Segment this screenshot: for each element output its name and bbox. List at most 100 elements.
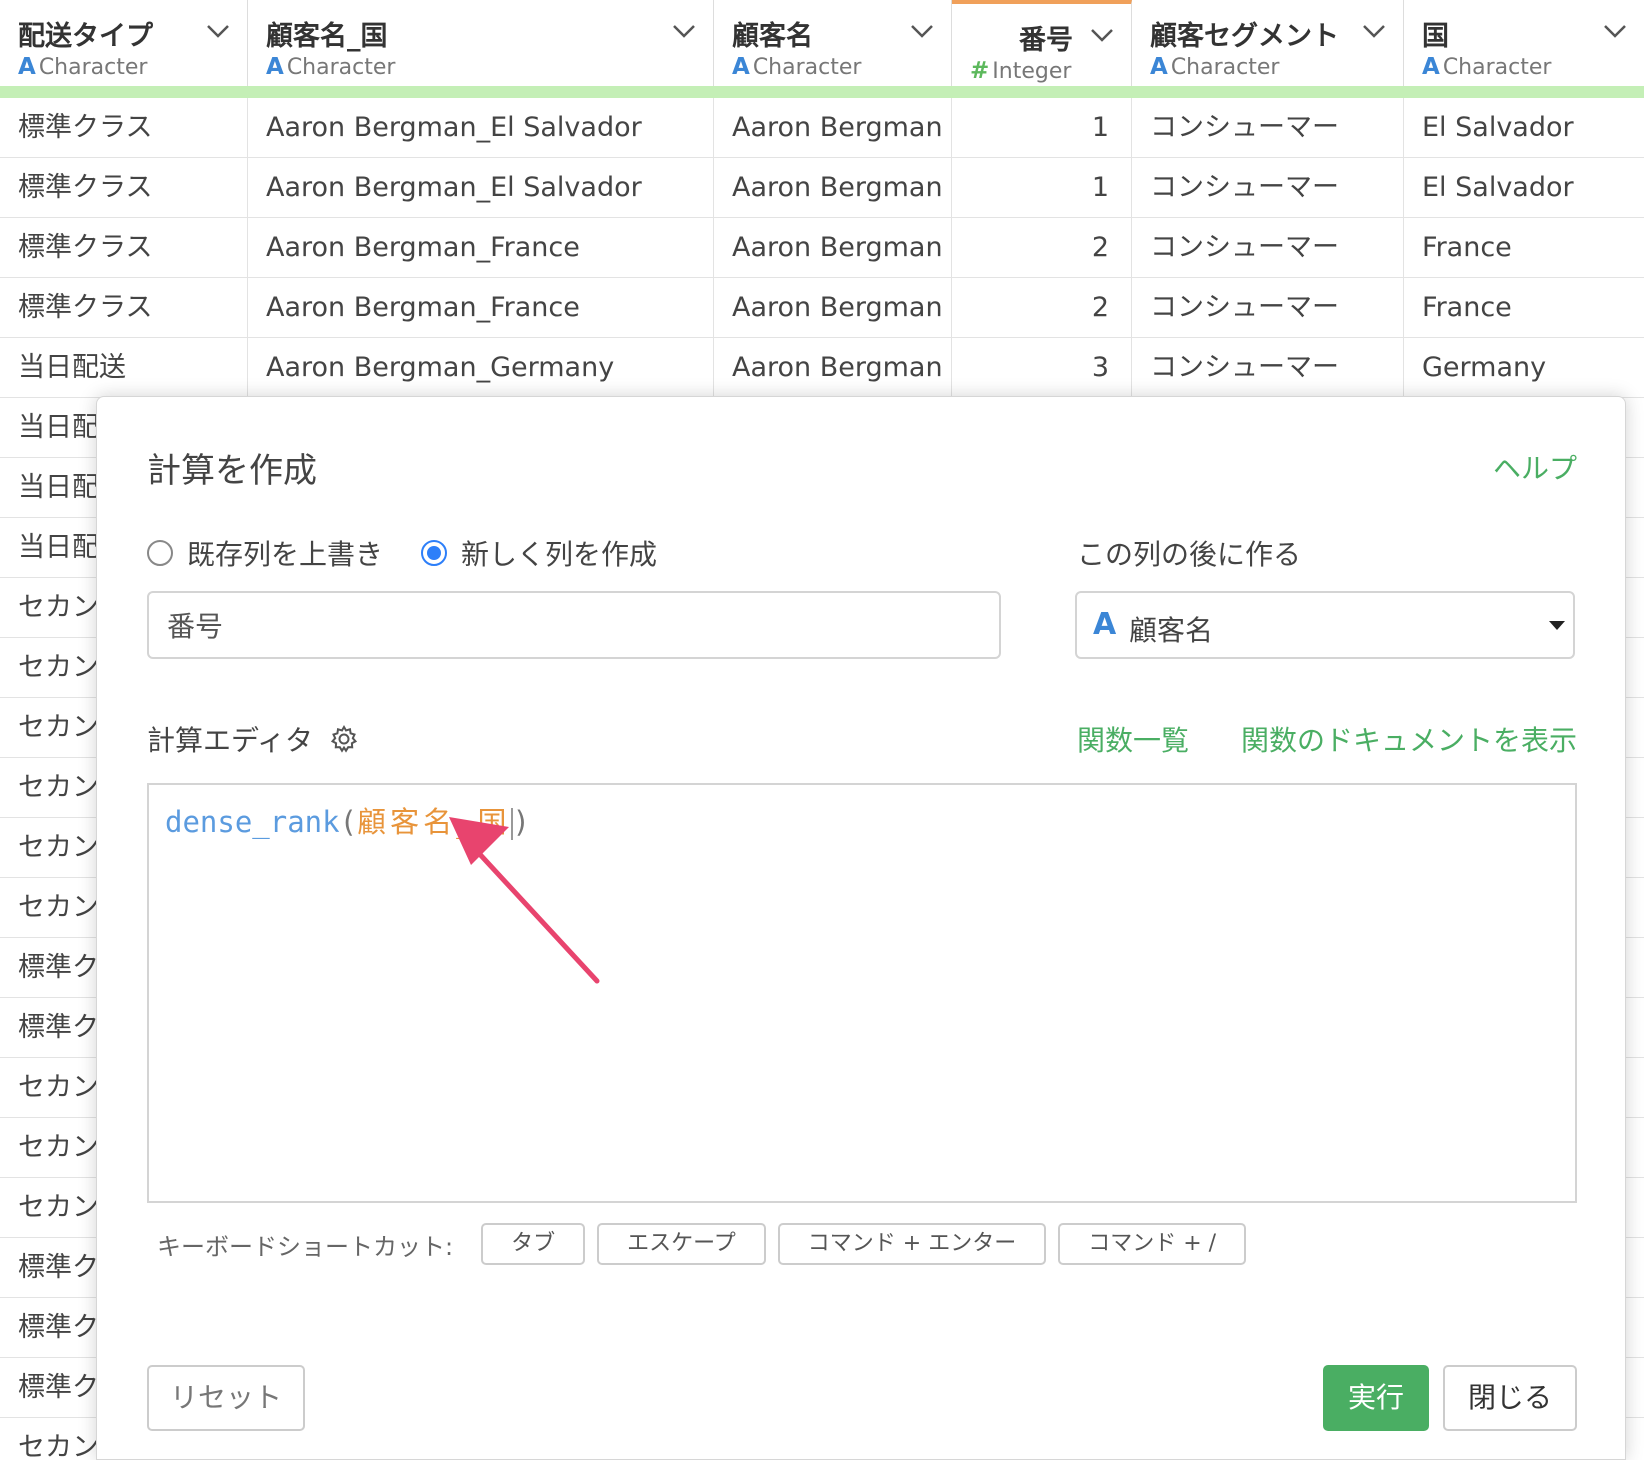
column-header-number[interactable]: 番号 # Integer xyxy=(952,0,1132,88)
gear-icon[interactable] xyxy=(329,724,359,754)
character-type-icon: A xyxy=(1422,54,1440,80)
code-close-paren: ) xyxy=(512,805,531,839)
table-row[interactable]: 標準クラス Aaron Bergman_France Aaron Bergman 2 コ… xyxy=(0,218,1644,278)
table-cell: コンシューマー xyxy=(1132,158,1404,218)
table-cell: Aaron Bergman xyxy=(714,338,952,398)
integer-type-icon: # xyxy=(970,58,990,84)
overwrite-radio[interactable] xyxy=(147,540,173,566)
function-list-link[interactable]: 関数一覧 xyxy=(1077,719,1189,759)
table-cell: Germany xyxy=(1422,352,1547,383)
table-cell: France xyxy=(1422,292,1512,323)
table-cell: Aaron Bergman_France xyxy=(248,218,714,278)
table-row[interactable]: 標準クラス Aaron Bergman_El Salvador Aaron Berg… xyxy=(0,98,1644,158)
table-cell: 標準クラス xyxy=(0,278,248,338)
column-header-customer-name[interactable]: 顧客名 A Character xyxy=(714,0,952,88)
shortcut-cmd-slash: コマンド + / xyxy=(1058,1223,1247,1265)
character-type-icon: A xyxy=(732,54,750,80)
column-header-label: 顧客名 xyxy=(732,21,813,52)
editor-label-wrap: 計算エディタ xyxy=(147,719,359,759)
column-type: A Character xyxy=(1422,54,1552,80)
column-header-segment[interactable]: 顧客セグメント A Character xyxy=(1132,0,1404,88)
shortcut-cmd-enter: コマンド + エンター xyxy=(777,1223,1047,1265)
table-cell: コンシューマー xyxy=(1132,278,1404,338)
table-cell: 標準クラス xyxy=(0,158,248,218)
table-row[interactable]: 当日配送 Aaron Bergman_Germany Aaron Bergman 3 コ… xyxy=(0,338,1644,398)
table-row[interactable]: 標準クラス Aaron Bergman_El Salvador Aaron Berg… xyxy=(0,158,1644,218)
table-cell: 2 xyxy=(952,278,1132,338)
column-type: # Integer xyxy=(970,58,1072,84)
table-cell: 標準クラス xyxy=(0,218,248,278)
code-open-paren: ( xyxy=(339,805,358,839)
character-type-icon: A xyxy=(1093,607,1117,642)
chevron-down-icon[interactable] xyxy=(1602,22,1628,40)
table-cell: Aaron Bergman xyxy=(714,98,952,158)
table-cell: 3 xyxy=(952,338,1132,398)
insert-after-column-select[interactable]: A 顧客名 xyxy=(1075,591,1575,659)
table-cell: El Salvador xyxy=(1422,112,1574,143)
table-cell: 当日配送 xyxy=(0,338,248,398)
shortcut-escape: エスケープ xyxy=(597,1223,766,1265)
run-button[interactable]: 実行 xyxy=(1323,1365,1429,1431)
column-quality-bar xyxy=(0,86,1644,98)
create-new-radio[interactable] xyxy=(421,540,448,566)
table-cell: Aaron Bergman_El Salvador xyxy=(248,98,714,158)
create-calculation-dialog: 計算を作成 ヘルプ 既存列を上書き 新しく列を作成 この列の後に作る A 顧客名… xyxy=(96,396,1626,1460)
table-cell: 1 xyxy=(952,98,1132,158)
dialog-title: 計算を作成 xyxy=(147,451,317,491)
overwrite-radio-label[interactable]: 既存列を上書き xyxy=(187,533,383,573)
calculation-editor[interactable]: dense_rank(顧客名_国) xyxy=(147,783,1577,1203)
column-mode-radio-group: 既存列を上書き 新しく列を作成 xyxy=(147,533,695,573)
chevron-down-icon[interactable] xyxy=(909,22,935,40)
table-cell: コンシューマー xyxy=(1132,218,1404,278)
function-docs-link[interactable]: 関数のドキュメントを表示 xyxy=(1241,719,1577,759)
column-header-label: 顧客名_国 xyxy=(266,21,388,52)
chevron-down-icon[interactable] xyxy=(1361,22,1387,40)
table-cell: 2 xyxy=(952,218,1132,278)
chevron-down-icon[interactable] xyxy=(205,22,231,40)
table-cell: El Salvador xyxy=(1422,172,1574,203)
shortcuts-label: キーボードショートカット: xyxy=(157,1232,454,1261)
selected-column: 顧客名 xyxy=(1129,614,1214,647)
column-header-shipping-type[interactable]: 配送タイプ A Character xyxy=(0,0,248,88)
character-type-icon: A xyxy=(266,54,284,80)
table-cell: 1 xyxy=(952,158,1132,218)
column-header-label: 顧客セグメント xyxy=(1150,21,1339,52)
chevron-down-icon[interactable] xyxy=(671,22,697,40)
caret-down-icon xyxy=(1549,621,1565,630)
code-function: dense_rank xyxy=(165,805,340,839)
insert-after-label: この列の後に作る xyxy=(1077,538,1302,571)
column-header-country[interactable]: 国 A Character xyxy=(1404,0,1644,88)
editor-label: 計算エディタ xyxy=(147,724,314,757)
help-link[interactable]: ヘルプ xyxy=(1493,447,1577,487)
column-type: A Character xyxy=(18,54,148,80)
column-header-customer-country[interactable]: 顧客名_国 A Character xyxy=(248,0,714,88)
column-type: A Character xyxy=(1150,54,1280,80)
table-cell: France xyxy=(1422,232,1512,263)
code-argument: 顧客名_国 xyxy=(357,805,511,839)
table-cell: Aaron Bergman_Germany xyxy=(248,338,714,398)
table-cell: Aaron Bergman_El Salvador xyxy=(248,158,714,218)
column-header-label: 番号 xyxy=(1019,25,1073,56)
chevron-down-icon[interactable] xyxy=(1089,26,1115,44)
table-cell: 標準クラス xyxy=(0,98,248,158)
keyboard-shortcuts: キーボードショートカット: タブ エスケープ コマンド + エンター コマンド … xyxy=(157,1223,1258,1265)
table-cell: コンシューマー xyxy=(1132,98,1404,158)
create-new-radio-label[interactable]: 新しく列を作成 xyxy=(461,533,657,573)
table-cell: コンシューマー xyxy=(1132,338,1404,398)
character-type-icon: A xyxy=(18,54,36,80)
reset-button[interactable]: リセット xyxy=(147,1365,305,1431)
column-type: A Character xyxy=(732,54,862,80)
close-button[interactable]: 閉じる xyxy=(1443,1365,1577,1431)
table-row[interactable]: 標準クラス Aaron Bergman_France Aaron Bergman 2 コ… xyxy=(0,278,1644,338)
table-cell: Aaron Bergman xyxy=(714,218,952,278)
code-line: dense_rank(顧客名_国) xyxy=(165,799,530,841)
column-header-label: 国 xyxy=(1422,21,1449,52)
table-cell: Aaron Bergman_France xyxy=(248,278,714,338)
column-header-label: 配送タイプ xyxy=(18,21,153,52)
new-column-name-input[interactable] xyxy=(147,591,1001,659)
column-type: A Character xyxy=(266,54,396,80)
table-cell: Aaron Bergman xyxy=(714,158,952,218)
table-cell: Aaron Bergman xyxy=(714,278,952,338)
shortcut-tab: タブ xyxy=(481,1223,586,1265)
character-type-icon: A xyxy=(1150,54,1168,80)
